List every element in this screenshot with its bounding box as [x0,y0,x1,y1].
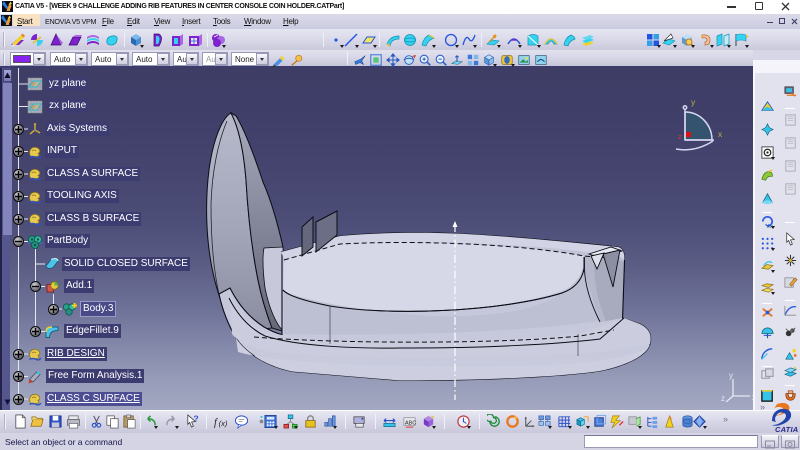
svg-text:z: z [721,394,725,403]
svg-text:x: x [718,129,723,139]
svg-text:y: y [691,97,696,107]
svg-text:z: z [678,132,682,141]
svg-text:y: y [729,371,733,380]
